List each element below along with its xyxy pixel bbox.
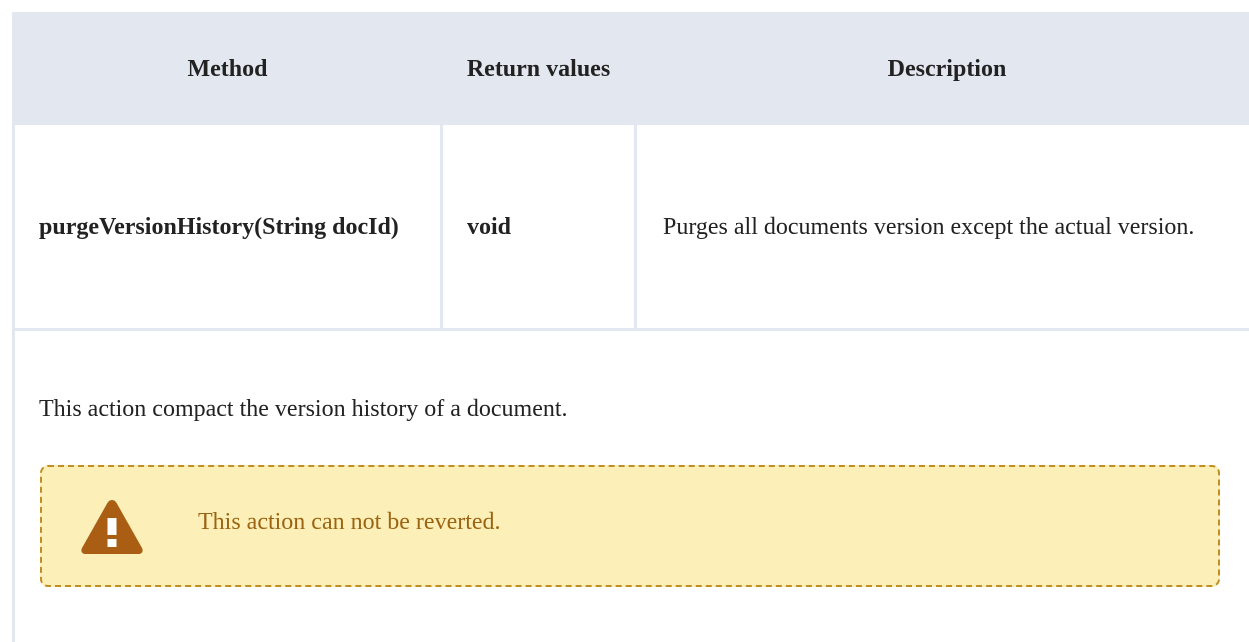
table-row: purgeVersionHistory(String docId) void P…	[14, 125, 1249, 330]
warning-text: This action can not be reverted.	[198, 509, 501, 536]
method-description: Purges all documents version except the …	[636, 125, 1249, 330]
method-signature: purgeVersionHistory(String docId)	[14, 125, 442, 330]
body-paragraph: This action compact the version history …	[39, 396, 568, 423]
header-description: Description	[636, 12, 1249, 125]
table-header-row: Method Return values Description	[14, 12, 1249, 125]
warning-callout: This action can not be reverted.	[40, 465, 1220, 587]
header-return-values: Return values	[442, 12, 636, 125]
warning-triangle-icon	[80, 497, 144, 555]
methods-table: Method Return values Description purgeVe…	[12, 12, 1249, 331]
return-value: void	[442, 125, 636, 330]
header-method: Method	[14, 12, 442, 125]
